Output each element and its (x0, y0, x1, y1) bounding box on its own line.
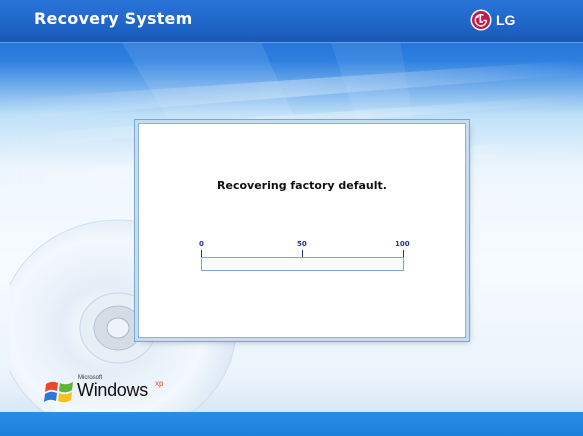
lg-brand: LG (470, 8, 515, 32)
status-text: Recovering factory default. (217, 179, 387, 192)
windows-xp-logo: Microsoft Windows xp (44, 374, 164, 408)
recovery-dialog: Recovering factory default. 0 50 100 (138, 123, 466, 338)
lg-brand-text: LG (496, 12, 516, 28)
progress-tick-label-100: 100 (395, 240, 410, 248)
lg-logo-icon (470, 9, 492, 31)
windows-label: Windows (77, 380, 148, 400)
progress-tick-50 (302, 250, 303, 257)
app-title: Recovery System (34, 9, 193, 28)
bottom-bar (0, 412, 583, 436)
progress-tick-label-50: 50 (297, 240, 307, 248)
progress-tick-label-0: 0 (199, 240, 204, 248)
title-bar: Recovery System LG (0, 0, 583, 43)
progress-bar (201, 257, 404, 271)
recovery-screen: Recovery System LG Recovering factory de… (0, 0, 583, 436)
progress-tick-100 (403, 250, 404, 257)
windows-xp-suffix: xp (155, 379, 164, 388)
windows-flag-icon (44, 381, 73, 403)
progress-tick-0 (201, 250, 202, 257)
